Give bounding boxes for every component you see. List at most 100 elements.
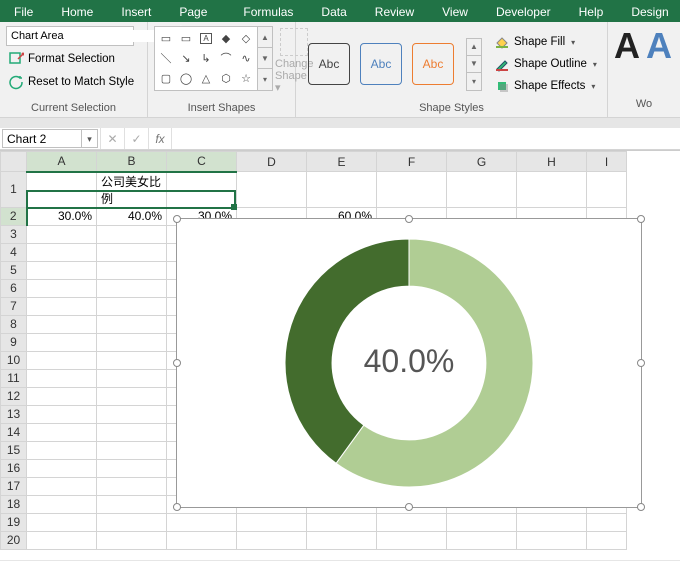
resize-handle-nw[interactable] — [173, 215, 181, 223]
chevron-down-icon[interactable]: ▾ — [571, 38, 575, 47]
cell-F20[interactable] — [377, 531, 447, 549]
shape-text-icon[interactable]: A — [197, 29, 215, 47]
cell-C1[interactable] — [167, 172, 237, 208]
shape-rrect-icon[interactable]: ▢ — [157, 69, 175, 87]
row-header-1[interactable]: 1 — [1, 172, 27, 208]
cell-H20[interactable] — [517, 531, 587, 549]
shape-more-icon[interactable]: ◇ — [237, 29, 255, 47]
col-header-E[interactable]: E — [307, 152, 377, 172]
cell-I1[interactable] — [587, 172, 627, 208]
resize-handle-s[interactable] — [405, 503, 413, 511]
cell-A14[interactable] — [27, 423, 97, 441]
cell-C20[interactable] — [167, 531, 237, 549]
cell-B1[interactable]: 公司美女比例 — [97, 172, 167, 208]
row-header-16[interactable]: 16 — [1, 459, 27, 477]
donut-chart[interactable]: 40.0% — [177, 219, 641, 507]
resize-handle-w[interactable] — [173, 359, 181, 367]
cell-G19[interactable] — [447, 513, 517, 531]
cell-B8[interactable] — [97, 315, 167, 333]
tab-page-layout[interactable]: Page Layout — [165, 0, 229, 22]
tab-file[interactable]: File — [0, 0, 47, 22]
cell-B17[interactable] — [97, 477, 167, 495]
row-header-14[interactable]: 14 — [1, 423, 27, 441]
row-header-4[interactable]: 4 — [1, 243, 27, 261]
tab-design[interactable]: Design — [617, 0, 680, 22]
cell-B12[interactable] — [97, 387, 167, 405]
row-header-5[interactable]: 5 — [1, 261, 27, 279]
chart-element-input[interactable] — [7, 30, 157, 42]
shape-tri-icon[interactable]: △ — [197, 69, 215, 87]
shape-elbow-icon[interactable]: ↳ — [197, 49, 215, 67]
row-header-17[interactable]: 17 — [1, 477, 27, 495]
shape-effects-button[interactable]: Shape Effects ▾ — [492, 76, 599, 96]
cell-B6[interactable] — [97, 279, 167, 297]
cell-D1[interactable] — [237, 172, 307, 208]
cell-B16[interactable] — [97, 459, 167, 477]
tab-view[interactable]: View — [428, 0, 482, 22]
shape-style-gallery[interactable]: Abc Abc Abc — [302, 39, 460, 89]
cell-A1[interactable] — [27, 172, 97, 208]
row-header-7[interactable]: 7 — [1, 297, 27, 315]
cell-A19[interactable] — [27, 513, 97, 531]
shape-style-2[interactable]: Abc — [360, 43, 402, 85]
shape-edit-icon[interactable]: ◆ — [217, 29, 235, 47]
name-box[interactable]: ▾ — [2, 129, 98, 148]
row-header-15[interactable]: 15 — [1, 441, 27, 459]
gallery-more-icon[interactable]: ▾ — [258, 69, 272, 90]
cell-E20[interactable] — [307, 531, 377, 549]
shape-style-3[interactable]: Abc — [412, 43, 454, 85]
cell-G1[interactable] — [447, 172, 517, 208]
cell-B11[interactable] — [97, 369, 167, 387]
shape-star-icon[interactable]: ☆ — [237, 69, 255, 87]
col-header-F[interactable]: F — [377, 152, 447, 172]
col-header-C[interactable]: C — [167, 152, 237, 172]
cell-A5[interactable] — [27, 261, 97, 279]
row-header-8[interactable]: 8 — [1, 315, 27, 333]
cell-B5[interactable] — [97, 261, 167, 279]
style-up-icon[interactable]: ▲ — [467, 39, 481, 56]
cell-B4[interactable] — [97, 243, 167, 261]
cell-A13[interactable] — [27, 405, 97, 423]
gallery-up-icon[interactable]: ▲ — [258, 27, 272, 48]
style-more-icon[interactable]: ▾ — [467, 73, 481, 90]
select-all-corner[interactable] — [1, 152, 27, 172]
shape-arc-icon[interactable]: ⌒ — [217, 49, 235, 67]
col-header-D[interactable]: D — [237, 152, 307, 172]
col-header-I[interactable]: I — [587, 152, 627, 172]
cell-H1[interactable] — [517, 172, 587, 208]
cell-H19[interactable] — [517, 513, 587, 531]
cell-B20[interactable] — [97, 531, 167, 549]
row-header-10[interactable]: 10 — [1, 351, 27, 369]
cell-B9[interactable] — [97, 333, 167, 351]
cell-A18[interactable] — [27, 495, 97, 513]
resize-handle-se[interactable] — [637, 503, 645, 511]
row-header-12[interactable]: 12 — [1, 387, 27, 405]
cell-F19[interactable] — [377, 513, 447, 531]
worksheet-grid[interactable]: A B C D E F G H I 1公司美女比例230.0%40.0%30.0… — [0, 150, 680, 560]
cell-D20[interactable] — [237, 531, 307, 549]
row-header-2[interactable]: 2 — [1, 207, 27, 225]
tab-help[interactable]: Help — [565, 0, 618, 22]
row-header-11[interactable]: 11 — [1, 369, 27, 387]
col-header-G[interactable]: G — [447, 152, 517, 172]
row-header-3[interactable]: 3 — [1, 225, 27, 243]
row-header-13[interactable]: 13 — [1, 405, 27, 423]
cell-A4[interactable] — [27, 243, 97, 261]
shape-free-icon[interactable]: ∿ — [237, 49, 255, 67]
cell-B15[interactable] — [97, 441, 167, 459]
row-header-18[interactable]: 18 — [1, 495, 27, 513]
col-header-H[interactable]: H — [517, 152, 587, 172]
cell-B19[interactable] — [97, 513, 167, 531]
cell-D19[interactable] — [237, 513, 307, 531]
gallery-down-icon[interactable]: ▼ — [258, 48, 272, 69]
cell-I19[interactable] — [587, 513, 627, 531]
name-box-input[interactable] — [3, 130, 81, 147]
shape-style-1[interactable]: Abc — [308, 43, 350, 85]
formula-input[interactable] — [172, 128, 680, 149]
shape-rect2-icon[interactable]: ▭ — [177, 29, 195, 47]
cell-B14[interactable] — [97, 423, 167, 441]
shape-rect-icon[interactable]: ▭ — [157, 29, 175, 47]
row-header-9[interactable]: 9 — [1, 333, 27, 351]
chevron-down-icon[interactable]: ▾ — [591, 82, 595, 91]
cell-B10[interactable] — [97, 351, 167, 369]
